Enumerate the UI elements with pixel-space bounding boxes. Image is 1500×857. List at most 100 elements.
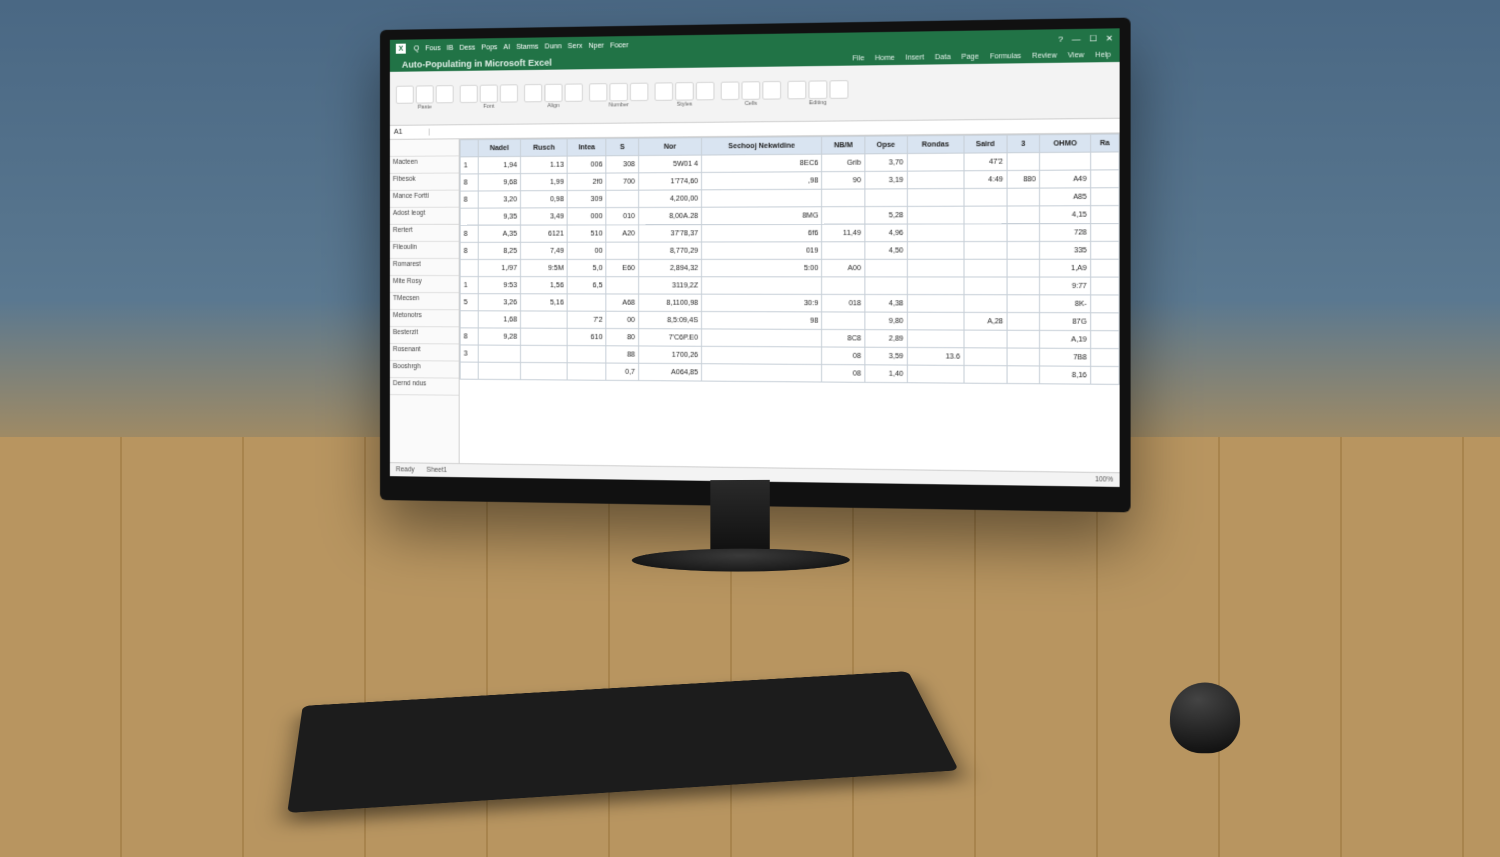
cell[interactable]: 7'2 <box>567 311 606 328</box>
cell[interactable]: 728 <box>1040 224 1091 242</box>
ribbon-button[interactable] <box>696 82 715 101</box>
quick-tab[interactable]: Dunn <box>545 43 562 50</box>
help-button[interactable]: ? <box>1058 34 1063 44</box>
column-header[interactable]: Nor <box>639 138 702 156</box>
cell[interactable] <box>1091 259 1120 277</box>
table-row[interactable]: 8A,356121510A2037'78,376f611,494,96728 <box>460 223 1119 242</box>
cell[interactable] <box>964 188 1007 206</box>
column-header[interactable] <box>460 140 478 157</box>
cell[interactable]: 13.6 <box>907 347 964 365</box>
cell[interactable]: 9,80 <box>865 312 907 330</box>
table-row[interactable]: 1,/979:5M5,0E602,894,325:00A001,A9 <box>460 259 1119 277</box>
cell[interactable]: 9,68 <box>478 174 521 191</box>
cell[interactable]: 8,5:09,4S <box>639 311 702 329</box>
cell[interactable] <box>606 190 638 207</box>
cell[interactable] <box>964 348 1007 366</box>
cell[interactable] <box>964 295 1007 313</box>
cell[interactable] <box>907 153 964 171</box>
cell[interactable] <box>460 259 478 276</box>
cell[interactable] <box>964 259 1007 277</box>
menu-review[interactable]: Review <box>1032 52 1057 60</box>
cell[interactable] <box>1007 241 1040 259</box>
row-label[interactable]: Booshrgh <box>390 361 459 379</box>
table-row[interactable]: 53,265,16A688,1100,9830:90184,388K- <box>460 294 1119 313</box>
row-label[interactable]: TMecsen <box>390 293 459 310</box>
column-header[interactable]: Sechooj Nekwidine <box>702 137 822 155</box>
quick-tab[interactable]: Focer <box>610 42 628 49</box>
cell[interactable]: 4,15 <box>1040 206 1091 224</box>
cell[interactable] <box>1007 188 1040 206</box>
cell[interactable]: Grib <box>822 154 865 172</box>
cell[interactable]: 9:5M <box>521 259 568 276</box>
cell[interactable]: 335 <box>1040 241 1091 259</box>
cell[interactable]: 5:00 <box>702 259 822 277</box>
minimize-button[interactable]: — <box>1072 34 1081 44</box>
cell[interactable] <box>1007 277 1040 295</box>
ribbon-button[interactable] <box>500 84 518 102</box>
cell[interactable] <box>1091 206 1120 224</box>
cell[interactable] <box>964 206 1007 224</box>
ribbon-button[interactable] <box>589 83 607 101</box>
cell[interactable]: 8EC6 <box>702 154 822 172</box>
cell[interactable] <box>1007 366 1040 384</box>
row-label[interactable]: Fibesok <box>390 173 459 190</box>
column-header[interactable]: Intea <box>567 139 606 157</box>
cell[interactable] <box>1040 152 1091 170</box>
cell[interactable]: 30:9 <box>702 294 822 312</box>
cell[interactable] <box>478 362 521 379</box>
quick-tab[interactable]: Pops <box>481 44 497 51</box>
cell[interactable] <box>702 329 822 347</box>
cell[interactable]: 4,50 <box>865 242 907 260</box>
cell[interactable]: 3,26 <box>478 294 521 311</box>
cell[interactable]: 8C8 <box>822 329 865 347</box>
sheet[interactable]: NadelRuschInteaSNorSechooj NekwidineNB/M… <box>460 134 1120 473</box>
cell[interactable] <box>702 346 822 364</box>
maximize-button[interactable]: ☐ <box>1089 33 1097 43</box>
cell[interactable]: 4,38 <box>865 294 907 312</box>
cell[interactable] <box>907 259 964 277</box>
cell[interactable]: 0,98 <box>521 191 568 208</box>
ribbon-button[interactable] <box>460 85 478 103</box>
cell[interactable]: 3119,2Z <box>639 277 702 294</box>
cell[interactable]: 1700,26 <box>639 346 702 364</box>
cell[interactable] <box>822 242 865 260</box>
sheet-tab[interactable]: Sheet1 <box>426 467 447 474</box>
cell[interactable]: 9,28 <box>478 328 521 345</box>
cell[interactable]: 7B8 <box>1040 348 1091 366</box>
cell[interactable]: 8,1100,98 <box>639 294 702 312</box>
cell[interactable]: 1.13 <box>521 156 568 174</box>
cell[interactable] <box>606 242 638 259</box>
cell[interactable] <box>460 362 478 379</box>
cell[interactable]: 4,200,00 <box>639 190 702 208</box>
cell[interactable]: 1,A9 <box>1040 259 1091 277</box>
cell[interactable]: A,35 <box>478 225 521 242</box>
cell[interactable] <box>1007 295 1040 313</box>
cell[interactable] <box>1091 277 1120 295</box>
cell[interactable]: 3,19 <box>865 171 907 189</box>
cell[interactable]: 8MG <box>702 207 822 225</box>
cell[interactable]: 0,7 <box>606 363 638 381</box>
cell[interactable] <box>907 224 964 242</box>
cell[interactable]: 308 <box>606 156 638 174</box>
cell[interactable] <box>822 189 865 207</box>
cell[interactable] <box>1091 170 1120 188</box>
cell[interactable]: 9:53 <box>478 277 521 294</box>
cell[interactable]: 47'2 <box>964 153 1007 171</box>
cell[interactable]: 700 <box>606 173 638 190</box>
column-header[interactable]: Rusch <box>521 139 568 157</box>
cell[interactable] <box>460 208 478 225</box>
cell[interactable] <box>702 277 822 295</box>
formula-input[interactable] <box>430 126 1120 132</box>
cell[interactable]: 9,35 <box>478 208 521 225</box>
cell[interactable] <box>964 365 1007 383</box>
cell[interactable]: 1 <box>460 157 478 174</box>
cell[interactable]: 510 <box>567 225 606 242</box>
ribbon-button[interactable] <box>655 82 674 101</box>
cell[interactable]: 08 <box>822 364 865 382</box>
column-header[interactable]: OHMO <box>1040 134 1091 152</box>
menu-view[interactable]: View <box>1068 51 1084 59</box>
quick-tab[interactable]: Nper <box>588 42 604 49</box>
cell[interactable] <box>907 206 964 224</box>
cell[interactable] <box>1007 206 1040 224</box>
cell[interactable] <box>964 242 1007 260</box>
